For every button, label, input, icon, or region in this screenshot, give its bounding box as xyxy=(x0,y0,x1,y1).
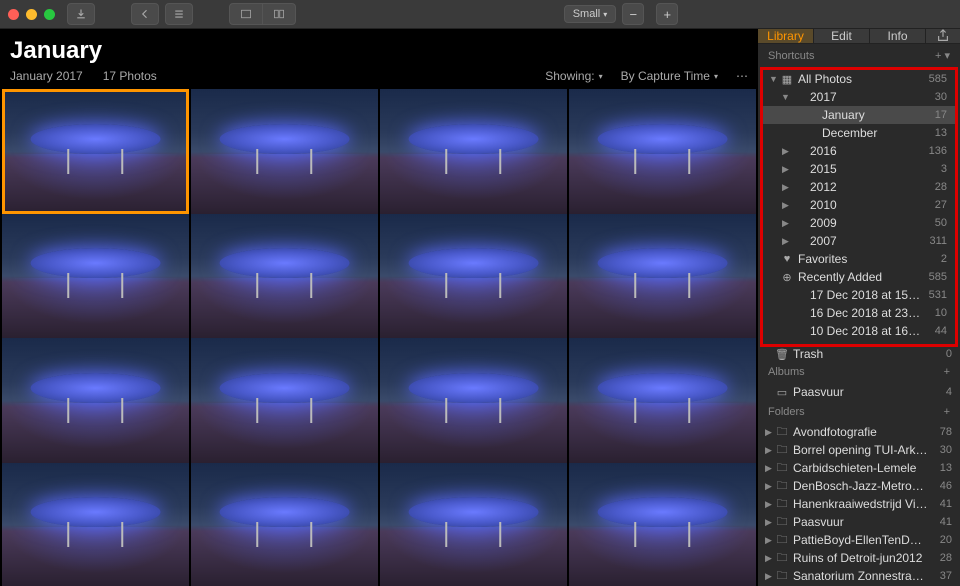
photo-thumbnail[interactable] xyxy=(2,214,189,339)
row-icon: 🗀 xyxy=(775,423,789,442)
sidebar-item[interactable]: ▶201228 xyxy=(763,178,955,196)
row-icon: 🗀 xyxy=(775,441,789,460)
sidebar-item[interactable]: ♥Favorites2 xyxy=(763,250,955,268)
photo-thumbnail[interactable] xyxy=(191,214,378,339)
import-button[interactable] xyxy=(67,3,95,25)
add-folder-button[interactable]: + xyxy=(944,406,950,418)
view-split-icon[interactable] xyxy=(263,4,295,24)
zoom-out-button[interactable]: − xyxy=(622,3,644,25)
row-icon: ▦ xyxy=(780,73,794,86)
photo-thumbnail[interactable] xyxy=(380,463,567,586)
photo-thumbnail[interactable] xyxy=(2,463,189,586)
photo-thumbnail[interactable] xyxy=(380,89,567,214)
add-shortcut-button[interactable]: + ▾ xyxy=(935,49,950,62)
toolbar: Small ▾ − + xyxy=(0,0,960,29)
minimize-window[interactable] xyxy=(26,9,37,20)
tab-library[interactable]: Library xyxy=(758,29,814,43)
view-mode-segment[interactable] xyxy=(229,3,296,25)
sidebar-item[interactable]: ▼201730 xyxy=(763,88,955,106)
sidebar-item[interactable]: 10 Dec 2018 at 16:3544 xyxy=(763,322,955,340)
add-album-button[interactable]: + xyxy=(944,366,950,378)
row-icon: 🗀 xyxy=(775,495,789,514)
row-icon: 🗀 xyxy=(775,567,789,586)
photo-thumbnail[interactable] xyxy=(380,338,567,463)
row-icon: 🗀 xyxy=(775,549,789,568)
back-button[interactable] xyxy=(131,3,159,25)
sidebar-item[interactable]: ▼▦All Photos585 xyxy=(763,70,955,88)
tab-edit[interactable]: Edit xyxy=(814,29,870,43)
shortcuts-header: Shortcuts + ▾ xyxy=(758,44,960,67)
zoom-in-button[interactable]: + xyxy=(656,3,678,25)
sidebar-item[interactable]: January17 xyxy=(763,106,955,124)
photo-thumbnail[interactable] xyxy=(191,338,378,463)
sidebar-item[interactable]: ▶🗀Hanenkraaiwedstrijd Vielsalm 2…41 xyxy=(758,495,960,513)
thumbnail-grid xyxy=(0,87,758,586)
sidebar-item[interactable]: ▶🗀Sanatorium Zonnestraal Hilver…37 xyxy=(758,567,960,585)
row-icon: 🗀 xyxy=(775,513,789,532)
more-icon[interactable]: ⋯ xyxy=(736,69,748,83)
photo-thumbnail[interactable] xyxy=(569,338,756,463)
sidebar-item[interactable]: 16 Dec 2018 at 23:1110 xyxy=(763,304,955,322)
thumbnail-size-control: Small ▾ − + xyxy=(564,3,685,25)
row-icon: ⊕ xyxy=(780,271,794,284)
photo-thumbnail[interactable] xyxy=(380,214,567,339)
folders-header: Folders + xyxy=(758,401,960,423)
view-single-icon[interactable] xyxy=(230,4,263,24)
sidebar-item[interactable]: ▶2007311 xyxy=(763,232,955,250)
shortcuts-list: ▼▦All Photos585▼201730January17December1… xyxy=(760,67,958,347)
right-sidebar: LibraryEditInfo Shortcuts + ▾ ▼▦All Phot… xyxy=(758,29,960,586)
sidebar-item[interactable]: ▶🗀Ruins of Detroit-jun201228 xyxy=(758,549,960,567)
folders-list: ▶🗀Avondfotografie78▶🗀Borrel opening TUI-… xyxy=(758,423,960,586)
sidebar-item[interactable]: ▶2016136 xyxy=(763,142,955,160)
close-window[interactable] xyxy=(8,9,19,20)
trash-row[interactable]: 🗑 Trash 0 xyxy=(758,347,960,361)
collection-title: January xyxy=(10,37,748,65)
sidebar-tabs: LibraryEditInfo xyxy=(758,29,960,44)
photo-grid-area: January January 2017 17 Photos Showing:▾… xyxy=(0,29,758,586)
sidebar-item[interactable]: ▶🗀Paasvuur41 xyxy=(758,513,960,531)
sidebar-item[interactable]: ▶🗀Avondfotografie78 xyxy=(758,423,960,441)
photo-thumbnail[interactable] xyxy=(2,89,189,214)
tab-info[interactable]: Info xyxy=(870,29,926,43)
showing-filter[interactable]: Showing:▾ xyxy=(545,69,602,83)
sidebar-item[interactable]: ▶200950 xyxy=(763,214,955,232)
sidebar-item[interactable]: ▶20153 xyxy=(763,160,955,178)
zoom-window[interactable] xyxy=(44,9,55,20)
sidebar-item[interactable]: ▭Paasvuur4 xyxy=(758,383,960,401)
photo-thumbnail[interactable] xyxy=(191,463,378,586)
sidebar-item[interactable]: 17 Dec 2018 at 15:03531 xyxy=(763,286,955,304)
row-icon: 🗀 xyxy=(775,477,789,496)
sidebar-item[interactable]: ⊕Recently Added585 xyxy=(763,268,955,286)
trash-icon: 🗑 xyxy=(775,348,789,361)
albums-list: ▭Paasvuur4 xyxy=(758,383,960,401)
collection-subtitle: January 2017 xyxy=(10,69,83,83)
sidebar-item[interactable]: ▶🗀Carbidschieten-Lemele13 xyxy=(758,459,960,477)
row-icon: 🗀 xyxy=(775,531,789,550)
photo-count: 17 Photos xyxy=(103,69,157,83)
row-icon: 🗀 xyxy=(775,459,789,478)
thumbnail-size-dropdown[interactable]: Small ▾ xyxy=(564,5,617,23)
row-icon: ♥ xyxy=(780,253,794,265)
photo-thumbnail[interactable] xyxy=(569,214,756,339)
photo-thumbnail[interactable] xyxy=(2,338,189,463)
row-icon: ▭ xyxy=(775,386,789,399)
list-button[interactable] xyxy=(165,3,193,25)
sidebar-item[interactable]: ▶201027 xyxy=(763,196,955,214)
sidebar-item[interactable]: ▶🗀PattieBoyd-EllenTenDamme-V!…20 xyxy=(758,531,960,549)
sidebar-item[interactable]: ▶🗀Borrel opening TUI-Arkefly airli…30 xyxy=(758,441,960,459)
albums-header: Albums + xyxy=(758,361,960,383)
collection-header: January January 2017 17 Photos Showing:▾… xyxy=(0,29,758,87)
photo-thumbnail[interactable] xyxy=(569,89,756,214)
share-button[interactable] xyxy=(926,29,960,43)
sidebar-item[interactable]: December13 xyxy=(763,124,955,142)
photo-thumbnail[interactable] xyxy=(569,463,756,586)
sort-dropdown[interactable]: By Capture Time▾ xyxy=(621,69,718,83)
window-controls xyxy=(8,9,55,20)
sidebar-item[interactable]: ▶🗀DenBosch-Jazz-Metropole-Jo…46 xyxy=(758,477,960,495)
photo-thumbnail[interactable] xyxy=(191,89,378,214)
